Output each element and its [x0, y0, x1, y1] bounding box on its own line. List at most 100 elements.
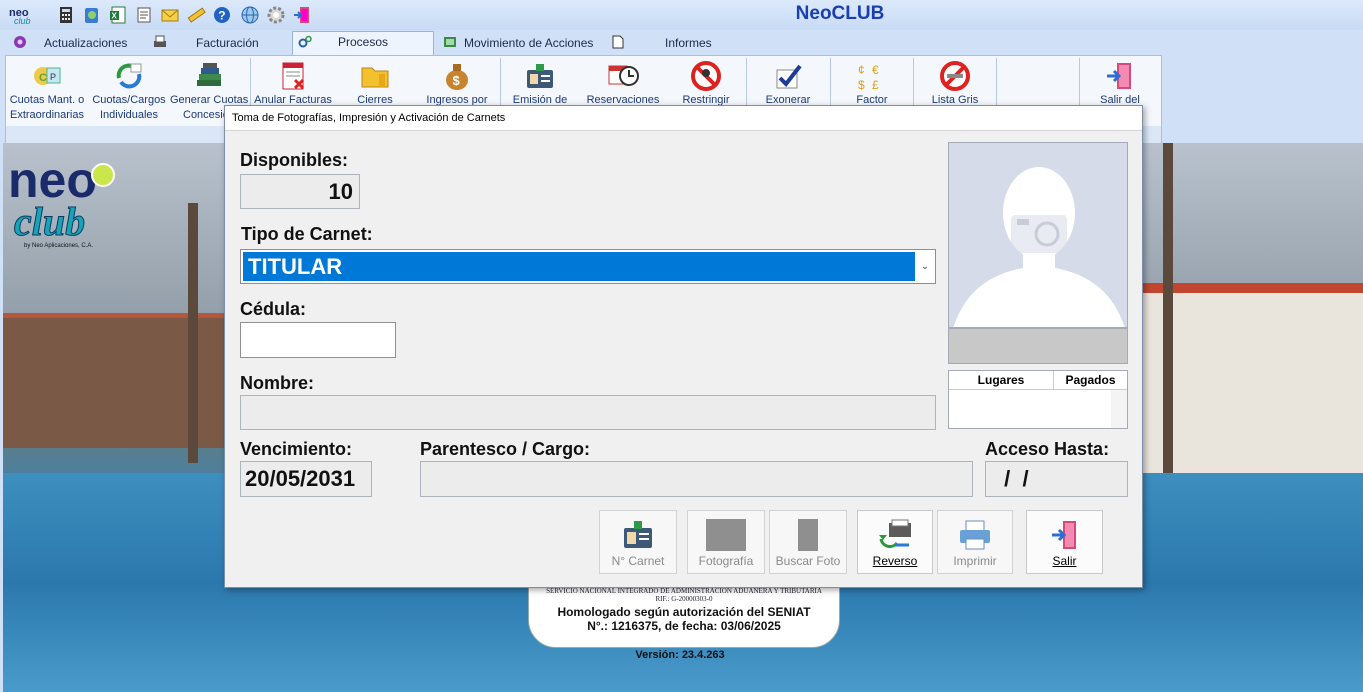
seniat-line: SERVICIO NACIONAL INTEGRADO DE ADMINISTR… [546, 587, 822, 595]
notes-icon[interactable] [82, 5, 102, 25]
cuotas-icon: CP [34, 67, 61, 85]
dialog-title: Toma de Fotografías, Impresión y Activac… [225, 106, 1142, 131]
refresh-arrows-icon [116, 63, 142, 89]
acceso-hasta-field[interactable]: / / [985, 461, 1128, 497]
reverso-button[interactable]: Reverso [857, 510, 933, 574]
n-carnet-button[interactable]: N° Carnet [599, 510, 677, 574]
globe-icon[interactable] [240, 5, 260, 25]
vencimiento-label: Vencimiento: [240, 439, 353, 459]
bg-building [3, 318, 233, 448]
lugares-table[interactable]: Lugares Pagados [948, 370, 1128, 429]
svg-text:by Neo Aplicaciones, C.A.: by Neo Aplicaciones, C.A. [24, 243, 93, 249]
reverse-print-icon [879, 519, 911, 548]
seniat-stamp: SERVICIO NACIONAL INTEGRADO DE ADMINISTR… [528, 580, 840, 648]
ribbon-label: Individuales [99, 109, 159, 121]
checkmark-icon [776, 64, 802, 89]
ribbon-label: Cuotas Mant. o [9, 94, 85, 106]
reverso-label: Reverso [872, 554, 918, 568]
title-bar: neo club X ? NeoCLUB [0, 0, 1363, 30]
cedula-input[interactable] [240, 322, 396, 358]
tipo-carnet-select[interactable]: TITULAR ⌄ [240, 249, 936, 284]
printer-icon [960, 520, 990, 550]
books-icon [197, 63, 221, 86]
member-photo [948, 142, 1128, 328]
svg-text:£: £ [872, 78, 879, 92]
tab-facturacion[interactable]: Facturación [196, 33, 276, 54]
parentesco-field[interactable] [420, 461, 973, 497]
report-page-icon [612, 35, 624, 49]
gears-icon [298, 35, 312, 48]
mail-icon[interactable] [160, 5, 180, 25]
svg-text:$: $ [858, 78, 865, 92]
search-photo-placeholder-icon [798, 519, 818, 551]
updates-icon [14, 36, 26, 48]
no-smoking-icon [940, 61, 970, 91]
svg-text:P: P [50, 72, 56, 82]
exit-door-icon [1051, 521, 1076, 549]
restrict-icon [691, 61, 721, 91]
version-label: Versión: 23.4.263 [635, 649, 725, 661]
fotografia-button[interactable]: Fotografía [687, 510, 765, 574]
app-title: NeoCLUB [795, 3, 885, 24]
pagados-header: Pagados [1054, 371, 1127, 390]
tipo-carnet-label: Tipo de Carnet: [241, 224, 373, 244]
help-icon[interactable]: ? [212, 5, 232, 25]
tipo-carnet-selected: TITULAR [243, 252, 915, 281]
person-silhouette-icon [953, 167, 1125, 327]
ruler-icon[interactable] [186, 5, 206, 25]
imprimir-label: Imprimir [953, 554, 997, 568]
document-icon[interactable] [134, 5, 154, 25]
imprimir-button[interactable]: Imprimir [937, 510, 1013, 574]
bg-building [1143, 293, 1363, 483]
table-scrollbar[interactable] [1111, 390, 1127, 428]
nombre-label: Nombre: [240, 373, 315, 393]
buscar-foto-button[interactable]: Buscar Foto [769, 510, 847, 574]
tab-informes[interactable]: Informes [665, 33, 735, 54]
svg-text:$: $ [453, 73, 461, 88]
parentesco-label: Parentesco / Cargo: [420, 439, 591, 459]
calculator-icon[interactable] [56, 5, 76, 25]
ribbon-cuotas-mant-button[interactable]: CP Cuotas Mant. o Extraordinarias [6, 56, 88, 126]
ribbon-cuotas-cargos-button[interactable]: Cuotas/Cargos Individuales [90, 56, 168, 126]
exit-door-icon [1107, 63, 1131, 89]
neo-app-icon[interactable]: neo club [8, 5, 40, 25]
n-carnet-label: N° Carnet [611, 554, 665, 568]
salir-button[interactable]: Salir [1026, 510, 1103, 574]
ribbon-label: Extraordinarias [10, 109, 84, 121]
svg-text:?: ? [218, 9, 225, 23]
id-card-icon [624, 521, 652, 548]
excel-icon[interactable]: X [108, 5, 128, 25]
tab-movimiento-acciones[interactable]: Movimiento de Acciones [464, 33, 604, 54]
exit-door-icon[interactable] [292, 5, 312, 25]
bg-palm [188, 203, 198, 463]
photo-caption-bar [948, 328, 1128, 364]
tab-actualizaciones[interactable]: Actualizaciones [44, 33, 144, 54]
camera-placeholder-icon [706, 519, 746, 551]
acceso-hasta-label: Acceso Hasta: [985, 439, 1110, 459]
fotografia-label: Fotografía [698, 554, 754, 568]
settings-gear-icon[interactable] [266, 5, 286, 25]
nombre-field[interactable] [240, 395, 936, 430]
bg-palm [1163, 143, 1173, 473]
svg-text:club: club [14, 199, 85, 244]
carnet-dialog: Toma de Fotografías, Impresión y Activac… [224, 105, 1143, 588]
ribbon-label: Cuotas/Cargos [92, 94, 166, 106]
vencimiento-field[interactable]: 20/05/2031 [240, 461, 372, 497]
menu-bar: Actualizaciones Facturación Procesos Mov… [0, 30, 1363, 55]
cedula-label: Cédula: [240, 299, 307, 319]
lugares-header: Lugares [949, 371, 1054, 390]
tab-procesos[interactable]: Procesos [292, 31, 434, 55]
currency-icon: ¢ € $ £ [858, 63, 879, 92]
tab-procesos-label: Procesos [337, 35, 389, 49]
neoclub-logo: neo club by Neo Aplicaciones, C.A. [8, 153, 115, 249]
chevron-down-icon[interactable]: ⌄ [917, 252, 933, 281]
svg-text:C: C [39, 72, 47, 84]
money-bag-icon: $ [446, 64, 468, 90]
disponibles-label: Disponibles: [240, 150, 349, 170]
id-card-icon [527, 64, 553, 88]
seniat-rif: RIF.: G-20000303-0 [655, 595, 713, 603]
seniat-homologado: Homologado según autorización del SENIAT [557, 605, 811, 619]
svg-text:€: € [872, 63, 879, 77]
seniat-numero: N°.: 1216375, de fecha: 03/06/2025 [587, 619, 781, 633]
disponibles-field: 10 [240, 174, 360, 209]
